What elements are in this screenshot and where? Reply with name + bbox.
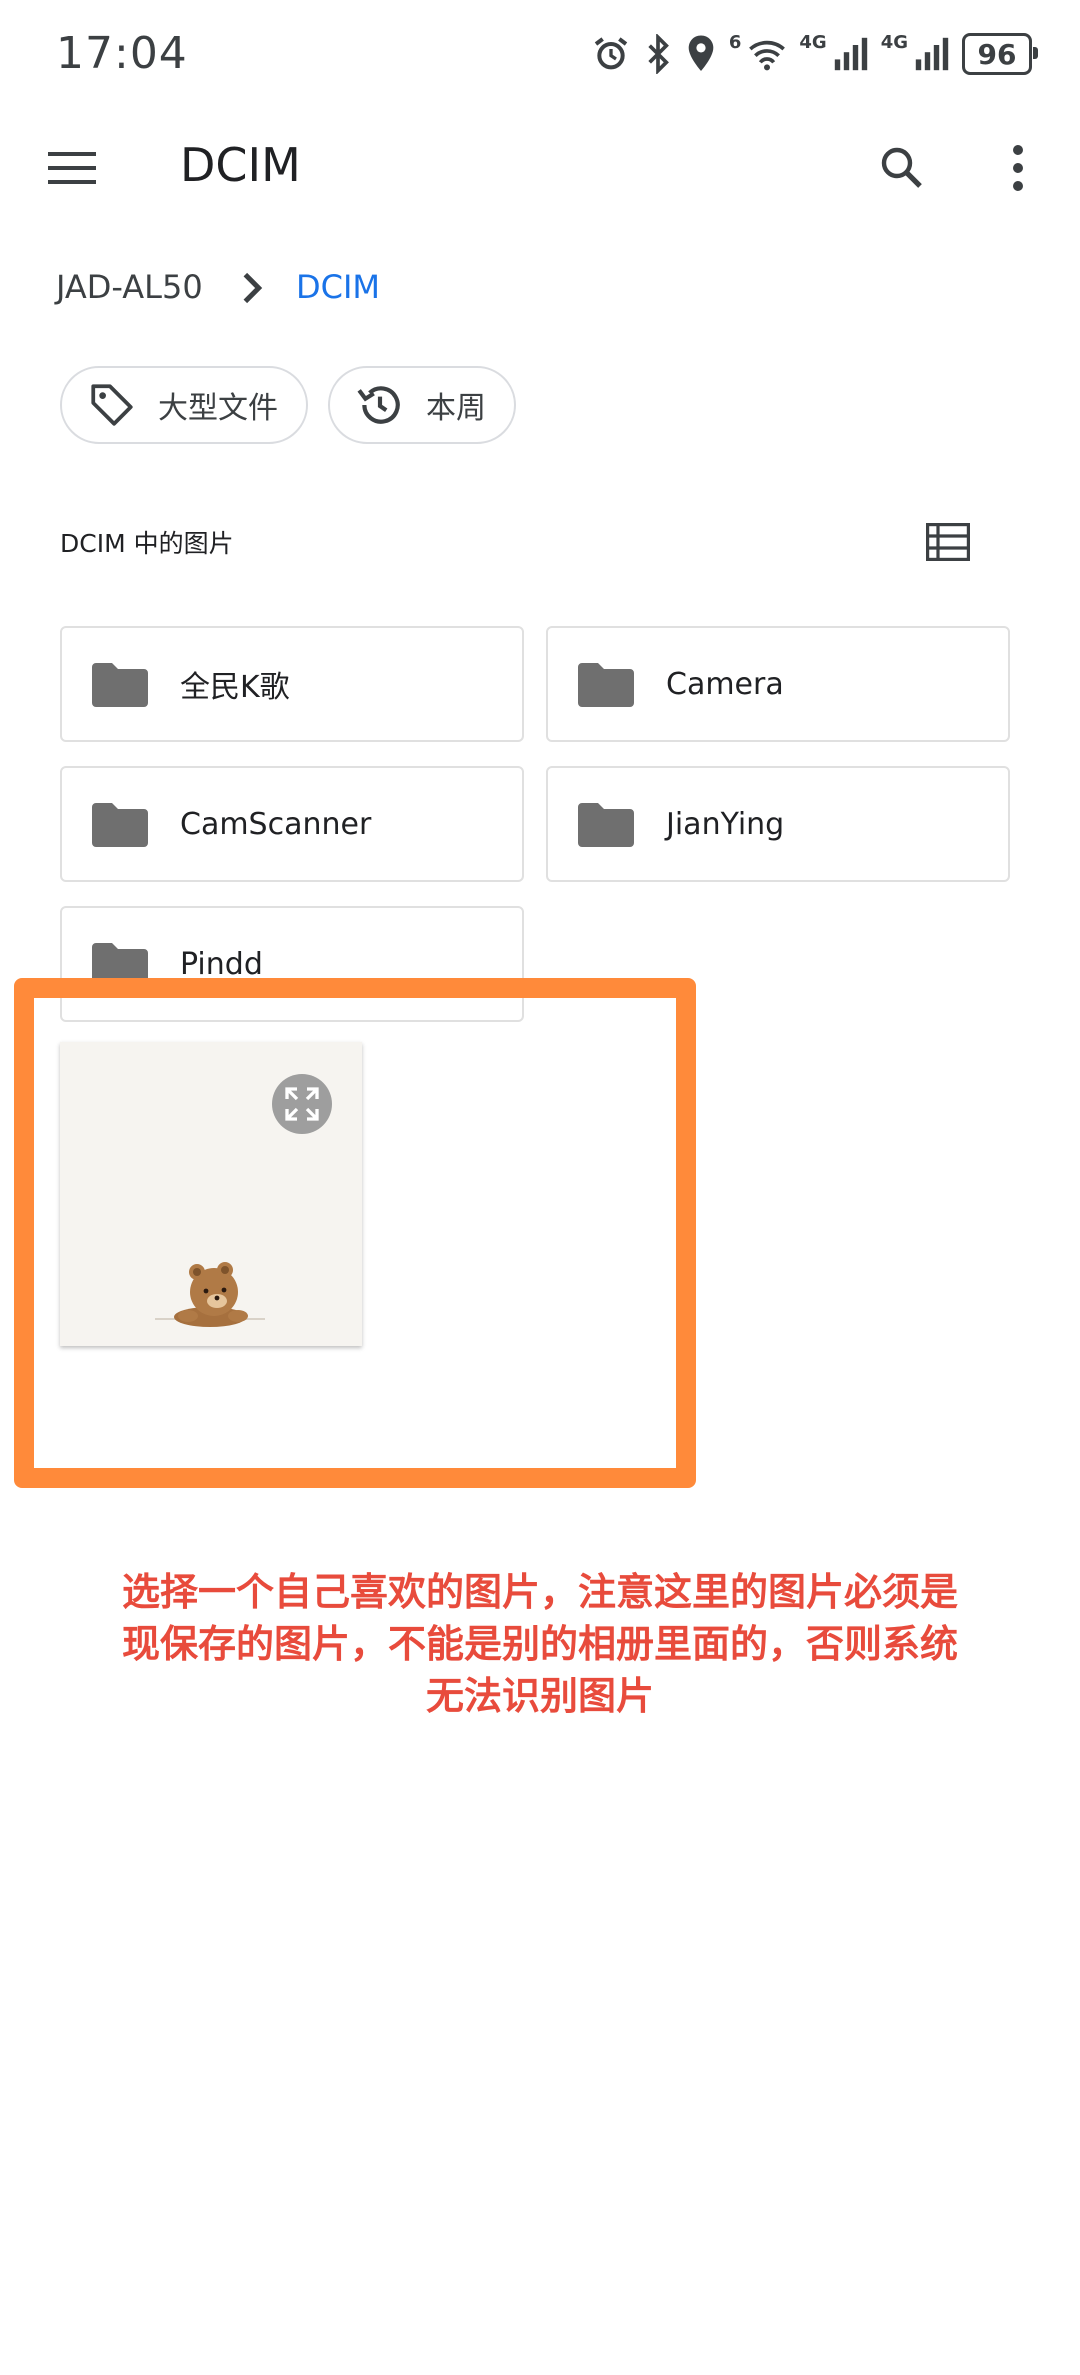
status-icons: 6 4G 4G 96: [591, 30, 1038, 78]
wifi-badge: 6: [728, 32, 742, 53]
menu-icon: [48, 152, 96, 184]
breadcrumb-root[interactable]: JAD-AL50: [56, 268, 203, 306]
location-icon: [688, 35, 714, 71]
page-title: DCIM: [180, 138, 301, 192]
battery-icon: 96: [962, 33, 1038, 75]
more-options-button[interactable]: [988, 134, 1048, 202]
breadcrumb-current[interactable]: DCIM: [296, 268, 380, 306]
alarm-icon: [594, 37, 628, 70]
bluetooth-icon: [648, 34, 669, 74]
folder-icon: [578, 803, 634, 847]
folder-icon: [92, 803, 148, 847]
chip-label: 本周: [426, 391, 486, 426]
wifi-icon: [749, 40, 786, 71]
folder-item[interactable]: JianYing: [546, 766, 1010, 882]
signal-icon: [834, 37, 867, 71]
highlight-frame: [14, 978, 696, 1488]
list-view-icon: [926, 523, 970, 561]
section-title: DCIM 中的图片: [60, 529, 234, 558]
more-vert-icon: [1013, 145, 1023, 191]
folder-item[interactable]: Camera: [546, 626, 1010, 742]
folder-label: 全民K歌: [180, 670, 290, 705]
network-label-1: 4G: [799, 32, 827, 53]
signal-icon: [915, 37, 949, 71]
chip-this-week[interactable]: 本周: [328, 366, 516, 444]
tag-icon: [84, 377, 140, 433]
menu-button[interactable]: [40, 136, 104, 200]
folder-label: JianYing: [666, 806, 785, 842]
folder-item[interactable]: 全民K歌: [60, 626, 524, 742]
folder-label: Camera: [666, 666, 784, 702]
chip-large-files[interactable]: 大型文件: [60, 366, 308, 444]
folder-label: Pindd: [180, 946, 263, 982]
battery-level: 96: [977, 37, 1017, 71]
view-toggle-button[interactable]: [920, 514, 976, 570]
annotation-text: 选择一个自己喜欢的图片，注意这里的图片必须是 现保存的图片，不能是别的相册里面的…: [121, 1570, 958, 1718]
folder-item[interactable]: CamScanner: [60, 766, 524, 882]
network-label-2: 4G: [880, 32, 908, 53]
folder-icon: [578, 663, 634, 707]
chip-label: 大型文件: [158, 391, 278, 426]
search-icon: [881, 147, 922, 188]
chevron-right-icon: [243, 272, 263, 304]
folder-label: CamScanner: [180, 806, 372, 842]
history-icon: [352, 377, 408, 433]
search-button[interactable]: [868, 134, 936, 202]
status-time: 17:04: [56, 28, 188, 79]
folder-icon: [92, 663, 148, 707]
